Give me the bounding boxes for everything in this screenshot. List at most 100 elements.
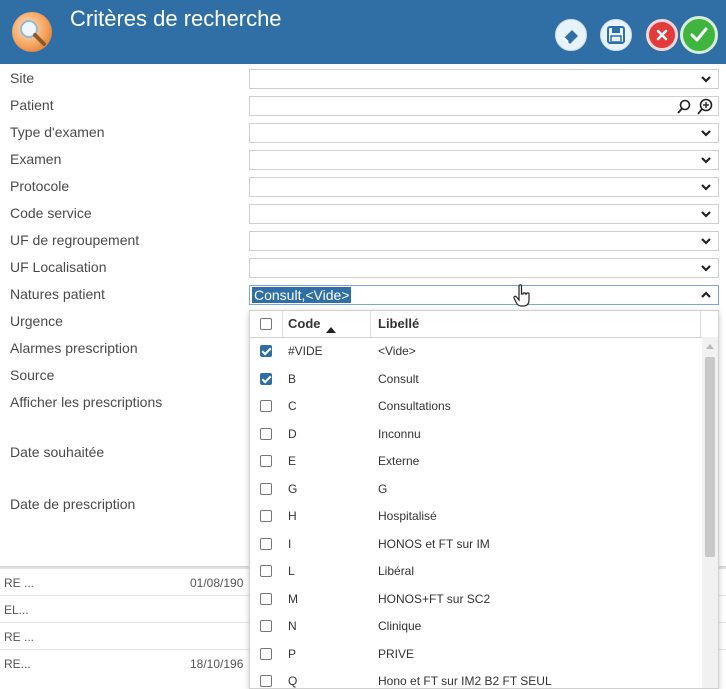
row-libelle: Libéral <box>378 564 415 578</box>
row-checkbox[interactable] <box>260 455 272 467</box>
label-source: Source <box>10 367 55 383</box>
row-code: C <box>288 399 297 413</box>
row-checkbox[interactable] <box>260 620 272 632</box>
chevron-down-icon <box>701 157 711 164</box>
label-examen: Examen <box>10 151 62 167</box>
list-item[interactable]: M HONOS+FT sur SC2 <box>250 585 700 613</box>
list-item[interactable]: I HONOS et FT sur IM <box>250 530 700 558</box>
column-header-libelle[interactable]: Libellé <box>378 316 419 331</box>
list-item[interactable]: P PRIVE <box>250 640 700 668</box>
row-checkbox[interactable] <box>260 427 272 440</box>
cancel-button[interactable] <box>646 19 678 51</box>
cell-date: 01/08/190 <box>190 576 244 590</box>
cell-name: RE ... <box>4 576 35 590</box>
row-libelle: Consult <box>378 371 419 386</box>
protocole-select[interactable] <box>249 177 719 197</box>
eraser-icon <box>563 30 578 44</box>
row-code: G <box>288 481 298 496</box>
list-item[interactable]: L Libéral <box>250 557 700 585</box>
natures-patient-dropdown[interactable]: Code Libellé #VIDE <Vide> B Consult C Consult… <box>249 310 719 689</box>
list-item[interactable]: GG <box>250 475 700 503</box>
row-code: P <box>288 646 297 661</box>
header-bar: Critères de recherche <box>0 0 726 64</box>
list-item[interactable]: H Hospitalisé <box>250 502 700 530</box>
row-code: M <box>288 591 298 606</box>
label-type-examen: Type d'examen <box>10 124 105 140</box>
cell-name: RE... <box>4 657 31 671</box>
row-libelle: G <box>378 481 388 496</box>
uf-regroupement-select[interactable] <box>249 231 719 251</box>
row-libelle: PRIVE <box>378 646 415 661</box>
row-libelle: Hospitalisé <box>378 509 437 523</box>
row-libelle: <Vide> <box>378 344 416 358</box>
row-checkbox[interactable] <box>260 482 272 495</box>
label-afficher-prescriptions: Afficher les prescriptions <box>10 394 163 410</box>
chevron-down-icon <box>701 76 711 83</box>
row-checkbox[interactable] <box>260 372 272 385</box>
uf-localisation-select[interactable] <box>249 258 719 278</box>
zoom-in-icon[interactable] <box>696 98 714 116</box>
list-item[interactable]: Q Hono et FT sur IM2 B2 FT SEUL <box>250 667 700 688</box>
label-site: Site <box>10 70 35 86</box>
chevron-down-icon <box>701 238 711 245</box>
row-code: B <box>288 371 297 386</box>
row-libelle: Clinique <box>378 619 422 633</box>
label-alarmes-prescription: Alarmes prescription <box>10 340 138 356</box>
clear-button[interactable] <box>552 16 590 54</box>
column-header-code[interactable]: Code <box>288 316 321 331</box>
list-item[interactable]: #VIDE <Vide> <box>250 337 700 365</box>
row-libelle: Externe <box>378 454 420 468</box>
cell-name: EL... <box>4 603 29 617</box>
label-date-souhaitee: Date souhaitée <box>10 444 105 460</box>
sort-ascending-icon <box>326 327 336 333</box>
cell-date: 18/10/196 <box>190 657 244 671</box>
row-checkbox[interactable] <box>260 647 272 660</box>
list-item[interactable]: C Consultations <box>250 392 700 420</box>
label-uf-regroupement: UF de regroupement <box>10 232 140 248</box>
list-item[interactable]: B Consult <box>250 365 700 393</box>
type-examen-select[interactable] <box>249 123 719 143</box>
code-service-select[interactable] <box>249 204 719 224</box>
dropdown-scrollbar[interactable] <box>702 337 718 688</box>
row-checkbox[interactable] <box>260 400 272 412</box>
row-code: L <box>288 564 295 578</box>
floppy-disk-icon <box>607 26 625 44</box>
dropdown-header: Code Libellé <box>250 311 718 338</box>
natures-patient-select[interactable]: Consult,<Vide> <box>249 284 719 307</box>
row-libelle: Consultations <box>378 399 451 413</box>
row-code: #VIDE <box>288 344 323 358</box>
patient-field[interactable] <box>249 96 719 116</box>
chevron-down-icon <box>701 211 711 218</box>
list-item[interactable]: E Externe <box>250 447 700 475</box>
chevron-down-icon <box>701 265 711 272</box>
list-item[interactable]: D Inconnu <box>250 420 700 448</box>
row-checkbox[interactable] <box>260 345 272 357</box>
scrollbar-thumb[interactable] <box>705 357 715 557</box>
select-all-checkbox[interactable] <box>260 318 272 330</box>
site-select[interactable] <box>249 69 719 89</box>
row-checkbox[interactable] <box>260 675 272 687</box>
row-code: Q <box>288 674 298 688</box>
row-checkbox[interactable] <box>260 592 272 605</box>
row-checkbox[interactable] <box>260 510 272 522</box>
search-icon[interactable] <box>676 99 692 115</box>
validate-button[interactable] <box>680 16 718 54</box>
examen-select[interactable] <box>249 150 719 170</box>
checkmark-icon <box>690 27 708 42</box>
hand-cursor-icon <box>513 284 530 307</box>
row-code: E <box>288 454 297 468</box>
chevron-down-icon <box>701 184 711 191</box>
page-title: Critères de recherche <box>70 6 282 31</box>
close-icon <box>656 29 668 41</box>
row-code: N <box>288 619 297 633</box>
save-button[interactable] <box>597 16 635 54</box>
row-checkbox[interactable] <box>260 537 272 550</box>
row-libelle: HONOS et FT sur IM <box>378 536 490 551</box>
scroll-up-icon[interactable] <box>706 343 714 349</box>
label-date-prescription: Date de prescription <box>10 496 136 512</box>
cell-name: RE ... <box>4 630 35 644</box>
row-checkbox[interactable] <box>260 565 272 577</box>
label-protocole: Protocole <box>10 178 70 194</box>
row-libelle: HONOS+FT sur SC2 <box>378 591 491 606</box>
list-item[interactable]: N Clinique <box>250 612 700 640</box>
